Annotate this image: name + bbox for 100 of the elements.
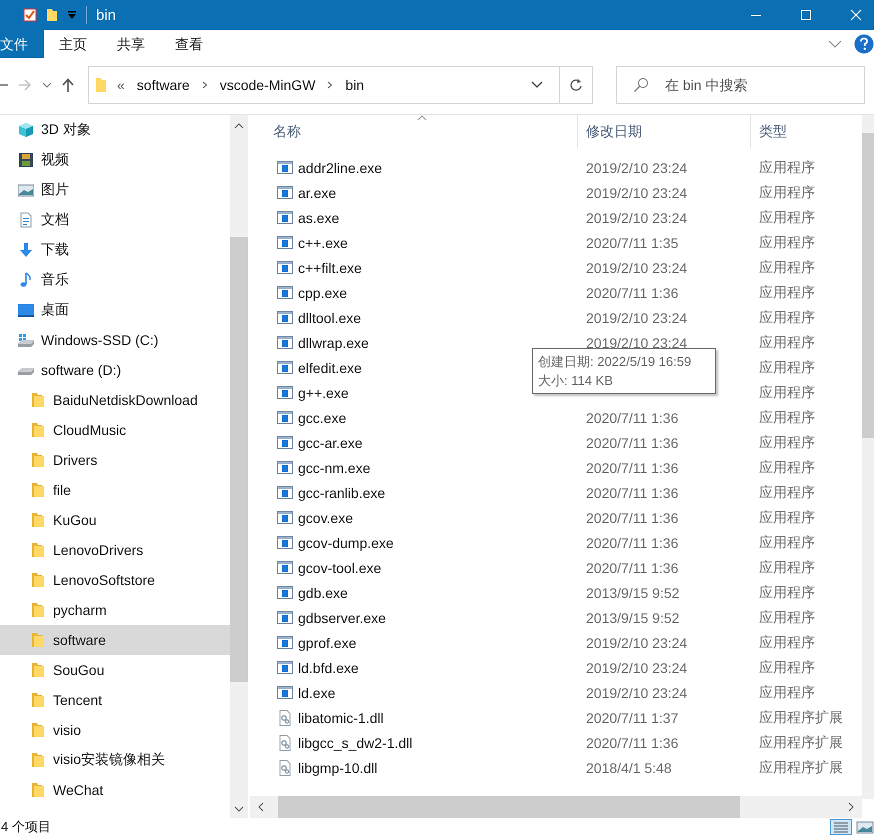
ribbon-tab[interactable]: 主页 <box>44 30 102 58</box>
properties-icon[interactable] <box>23 8 37 22</box>
file-name[interactable]: gcov-dump.exe <box>298 534 394 550</box>
file-name[interactable]: gcc-ar.exe <box>298 434 363 450</box>
nav-item[interactable]: WeChat <box>0 775 230 805</box>
help-icon[interactable] <box>854 34 874 54</box>
file-name[interactable]: ld.exe <box>298 684 336 700</box>
scroll-up-icon[interactable] <box>234 123 244 129</box>
modified-date: 2019/2/10 23:24 <box>585 660 688 676</box>
maximize-icon[interactable] <box>800 9 812 21</box>
nav-item[interactable]: LenovoDrivers <box>0 535 230 565</box>
breadcrumb[interactable]: bin <box>345 77 364 93</box>
thumbnail-view-icon[interactable] <box>856 819 874 835</box>
modified-date: 2020/7/11 1:36 <box>585 460 680 476</box>
file-name[interactable]: c++.exe <box>298 234 348 250</box>
modified-date: 2019/2/10 23:24 <box>585 160 688 176</box>
file-name[interactable]: gcov.exe <box>298 510 353 526</box>
nav-item[interactable]: file <box>0 475 230 505</box>
ribbon-tab[interactable]: 共享 <box>102 30 160 58</box>
details-view-icon[interactable] <box>830 819 852 835</box>
modified-date: 2020/7/11 1:36 <box>585 510 680 526</box>
file-name[interactable]: gdb.exe <box>298 584 348 600</box>
file-menu-tab[interactable]: 文件 <box>0 30 44 58</box>
file-name[interactable]: ar.exe <box>298 184 336 200</box>
nav-item[interactable]: 桌面 <box>0 295 230 325</box>
file-name[interactable]: addr2line.exe <box>298 160 382 176</box>
program-icon <box>277 310 293 326</box>
nav-item[interactable]: KuGou <box>0 505 230 535</box>
program-icon <box>277 210 293 226</box>
nav-item[interactable]: software (D:) <box>0 355 230 385</box>
search-box[interactable]: 在 bin 中搜索 <box>616 66 865 104</box>
nav-item[interactable]: Windows-SSD (C:) <box>0 325 230 355</box>
file-name[interactable]: dllwrap.exe <box>298 334 369 350</box>
nav-item[interactable]: 文档 <box>0 205 230 235</box>
file-name[interactable]: as.exe <box>298 210 340 226</box>
scroll-down-icon[interactable] <box>234 806 244 812</box>
ribbon-tab[interactable]: 查看 <box>160 30 218 58</box>
nav-item[interactable]: Tencent <box>0 685 230 715</box>
file-name[interactable]: c++filt.exe <box>298 260 362 276</box>
nav-item[interactable]: 下载 <box>0 235 230 265</box>
modified-date: 2019/2/10 23:24 <box>585 210 688 226</box>
file-name[interactable]: libatomic-1.dll <box>298 710 384 726</box>
file-name[interactable]: gcov-tool.exe <box>298 560 382 576</box>
program-icon <box>277 684 293 700</box>
file-type: 应用程序 <box>758 434 816 452</box>
refresh-icon[interactable] <box>570 78 582 92</box>
nav-item[interactable]: pycharm <box>0 595 230 625</box>
file-name[interactable]: gdbserver.exe <box>298 610 386 626</box>
dropdown-caret-icon[interactable] <box>531 81 543 89</box>
nav-item[interactable]: CloudMusic <box>0 415 230 445</box>
folder-icon[interactable] <box>46 8 58 22</box>
nav-item[interactable]: 3D 对象 <box>0 115 230 145</box>
nav-item[interactable]: Drivers <box>0 445 230 475</box>
file-name[interactable]: cpp.exe <box>298 284 348 300</box>
scroll-thumb[interactable] <box>278 796 740 818</box>
column-header[interactable]: 名称 <box>250 115 578 148</box>
scrollbar[interactable] <box>250 796 862 818</box>
breadcrumb[interactable]: software <box>136 77 190 93</box>
recent-caret-icon[interactable] <box>42 81 52 89</box>
scroll-right-icon[interactable] <box>848 802 854 812</box>
program-icon <box>277 534 293 550</box>
nav-item[interactable]: software <box>0 625 230 655</box>
scroll-left-icon[interactable] <box>258 802 264 812</box>
file-name[interactable]: ld.bfd.exe <box>298 660 359 676</box>
file-name[interactable]: elfedit.exe <box>298 360 362 376</box>
file-name[interactable]: dlltool.exe <box>298 310 362 326</box>
modified-date: 2020/7/11 1:36 <box>585 410 680 426</box>
address-bar[interactable]: « software vscode-MinGW bin <box>88 66 593 104</box>
nav-item[interactable]: visio安装镜像相关 <box>0 745 230 775</box>
close-icon[interactable] <box>850 9 862 21</box>
file-name[interactable]: libgmp-10.dll <box>298 760 378 776</box>
file-name[interactable]: gcc.exe <box>298 410 346 426</box>
nav-item[interactable]: 音乐 <box>0 265 230 295</box>
overflow-chevron[interactable]: « <box>117 77 125 93</box>
scrollbar[interactable] <box>862 115 874 799</box>
file-name[interactable]: libgcc_s_dw2-1.dll <box>298 734 412 750</box>
customize-caret-icon[interactable] <box>67 10 77 20</box>
modified-date: 2019/2/10 23:24 <box>585 310 688 326</box>
expand-ribbon-icon[interactable] <box>828 39 842 49</box>
file-name[interactable]: gprof.exe <box>298 634 356 650</box>
program-icon <box>277 660 293 676</box>
nav-item[interactable]: visio <box>0 715 230 745</box>
nav-item[interactable]: 视频 <box>0 145 230 175</box>
scroll-thumb[interactable] <box>230 237 248 682</box>
sort-caret-icon[interactable] <box>417 115 427 121</box>
up-arrow-icon[interactable] <box>62 78 74 92</box>
scrollbar[interactable] <box>230 115 248 818</box>
nav-item[interactable]: SouGou <box>0 655 230 685</box>
nav-item[interactable]: BaiduNetdiskDownload <box>0 385 230 415</box>
nav-item[interactable]: LenovoSoftstore <box>0 565 230 595</box>
scroll-thumb[interactable] <box>862 133 874 438</box>
nav-item[interactable]: 图片 <box>0 175 230 205</box>
file-name[interactable]: gcc-ranlib.exe <box>298 484 386 500</box>
file-name[interactable]: g++.exe <box>298 384 349 400</box>
search-field[interactable]: 在 bin 中搜索 <box>663 76 857 94</box>
file-name[interactable]: gcc-nm.exe <box>298 460 370 476</box>
column-header[interactable]: 修改日期 <box>578 115 751 148</box>
column-header[interactable]: 类型 <box>751 115 862 148</box>
breadcrumb[interactable]: vscode-MinGW <box>220 77 316 93</box>
file-type: 应用程序 <box>758 508 816 526</box>
